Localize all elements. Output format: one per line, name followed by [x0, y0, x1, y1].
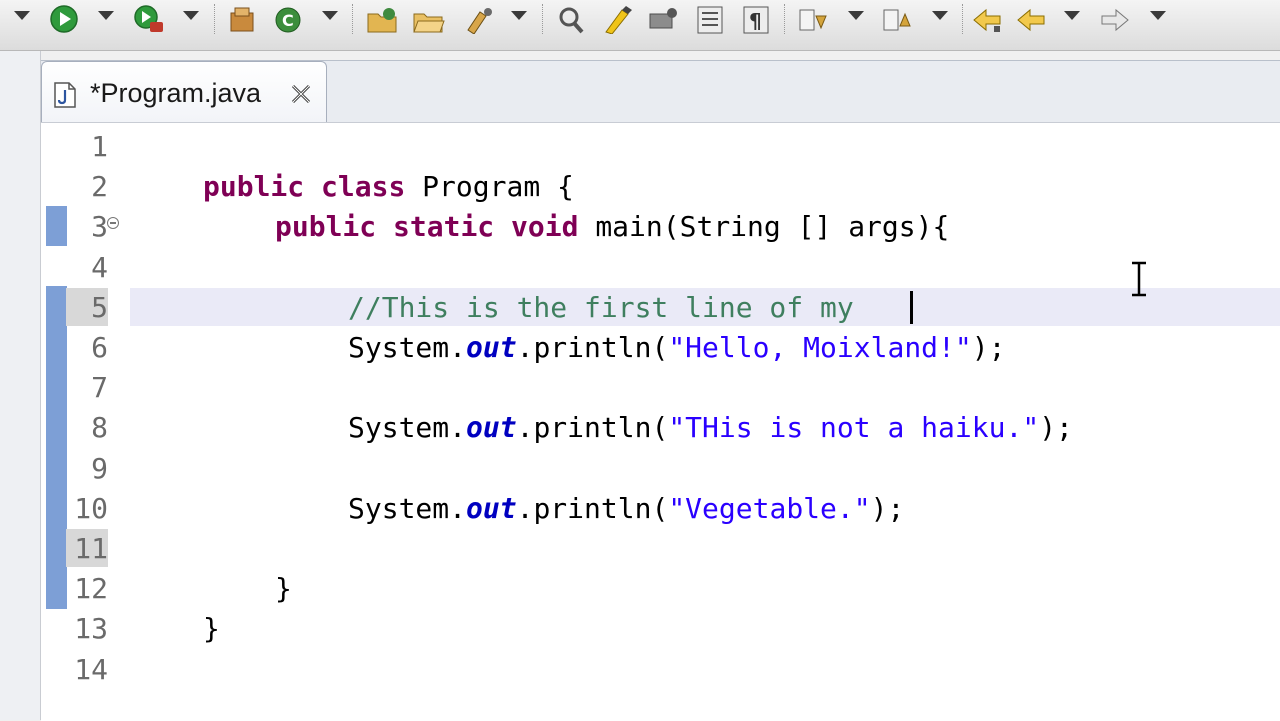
chevron-down-icon[interactable]: [98, 11, 114, 20]
left-trim: [0, 51, 41, 720]
keyword-token: public: [203, 170, 305, 204]
svg-text:¶: ¶: [749, 9, 762, 33]
tab-title: *Program.java: [90, 78, 262, 108]
code-token: );: [1039, 411, 1073, 445]
chevron-down-icon[interactable]: [1064, 11, 1080, 20]
field-token: out: [466, 331, 517, 364]
new-java-package-icon[interactable]: [226, 4, 260, 34]
toolbar-separator: [542, 4, 543, 34]
string-token: "Vegetable.": [668, 491, 871, 525]
change-ruler-marker: [46, 206, 67, 246]
search-icon[interactable]: [554, 4, 592, 34]
editor-tab-program-java[interactable]: *Program.java: [41, 61, 327, 122]
code-line: }: [203, 609, 220, 649]
toolbar-separator: [214, 4, 215, 34]
line-number: 12: [74, 572, 108, 606]
line-number: 2: [91, 170, 108, 204]
open-folder-icon[interactable]: [410, 4, 448, 34]
line-number: 6: [91, 331, 108, 364]
code-token: System.: [348, 411, 467, 445]
line-number: 14: [74, 652, 108, 686]
line-number: 11: [74, 532, 108, 565]
editor-tab-bar: *Program.java: [41, 60, 1280, 123]
last-edit-location-icon[interactable]: [970, 4, 1004, 34]
line-number: 3: [91, 210, 108, 244]
code-token: }: [275, 572, 292, 606]
ibeam-cursor-icon: [1132, 261, 1146, 297]
code-token: System.: [348, 491, 467, 525]
code-token: .println(: [516, 411, 669, 445]
show-whitespace-icon[interactable]: [694, 4, 728, 34]
code-editor[interactable]: 1 2 public class Program {3 public static v…: [41, 122, 1280, 721]
keyword-token: void: [511, 210, 579, 244]
code-line: System.out.println("Hello, Moixland!");: [348, 328, 1005, 368]
highlight-icon[interactable]: [646, 4, 684, 34]
next-annotation-icon[interactable]: [796, 4, 830, 34]
line-number: 7: [91, 371, 108, 405]
code-line: System.out.println("Vegetable.");: [348, 489, 904, 529]
line-number: 9: [91, 451, 108, 485]
chevron-down-icon[interactable]: [1150, 11, 1166, 20]
svg-text:C: C: [282, 11, 294, 30]
string-token: "THis is not a haiku.": [668, 411, 1040, 445]
code-token: main(String [] args){: [578, 210, 950, 244]
previous-annotation-icon[interactable]: [880, 4, 914, 34]
toolbar-separator: [962, 4, 963, 34]
back-icon[interactable]: [1014, 4, 1048, 34]
field-token: out: [466, 411, 517, 445]
run-icon[interactable]: [48, 4, 82, 34]
keyword-token: static: [393, 210, 495, 244]
comment-token: //This is the first line of my: [348, 290, 871, 324]
code-line: System.out.println("THis is not a haiku.…: [348, 408, 1073, 448]
chevron-down-icon[interactable]: [848, 11, 864, 20]
open-type-icon[interactable]: [364, 4, 402, 34]
chevron-down-icon[interactable]: [932, 11, 948, 20]
fold-collapse-icon[interactable]: [107, 217, 119, 229]
chevron-down-icon[interactable]: [14, 11, 30, 20]
open-task-icon[interactable]: [460, 4, 498, 34]
toolbar-separator: [352, 4, 353, 34]
text-caret: [910, 291, 913, 324]
code-token: System.: [348, 331, 467, 364]
line-number: 5: [91, 290, 108, 324]
field-token: out: [466, 491, 517, 525]
forward-icon[interactable]: [1098, 4, 1132, 34]
change-ruler-marker: [46, 286, 67, 609]
line-number: 4: [91, 250, 108, 284]
code-line: public static void main(String [] args){: [275, 207, 949, 247]
line-number: 13: [74, 612, 108, 646]
block-selection-icon[interactable]: ¶: [740, 4, 774, 34]
code-line: public class Program {: [203, 167, 574, 207]
external-tools-icon[interactable]: [132, 4, 170, 34]
code-token: );: [971, 331, 1006, 364]
chevron-down-icon[interactable]: [511, 11, 527, 20]
java-file-icon: [54, 82, 76, 108]
keyword-token: public: [275, 210, 377, 244]
chevron-down-icon[interactable]: [183, 11, 199, 20]
code-token: .println(: [516, 331, 669, 364]
toolbar-separator: [784, 4, 785, 34]
code-token: );: [870, 491, 905, 525]
line-number: 8: [91, 411, 108, 445]
code-token: .println(: [516, 491, 669, 525]
new-java-class-icon[interactable]: C: [272, 4, 306, 34]
toggle-mark-occurrences-icon[interactable]: [600, 4, 638, 34]
line-number: 1: [91, 130, 108, 163]
code-line: //This is the first line of my: [348, 288, 871, 328]
code-token: }: [203, 612, 220, 646]
chevron-down-icon[interactable]: [322, 11, 338, 20]
line-number: 10: [74, 491, 108, 525]
keyword-token: class: [321, 170, 406, 204]
code-line: }: [275, 569, 292, 609]
string-token: "Hello, Moixland!": [668, 331, 972, 364]
code-token: Program {: [405, 170, 574, 204]
main-toolbar: C ¶: [0, 0, 1280, 51]
close-icon[interactable]: [289, 82, 313, 106]
